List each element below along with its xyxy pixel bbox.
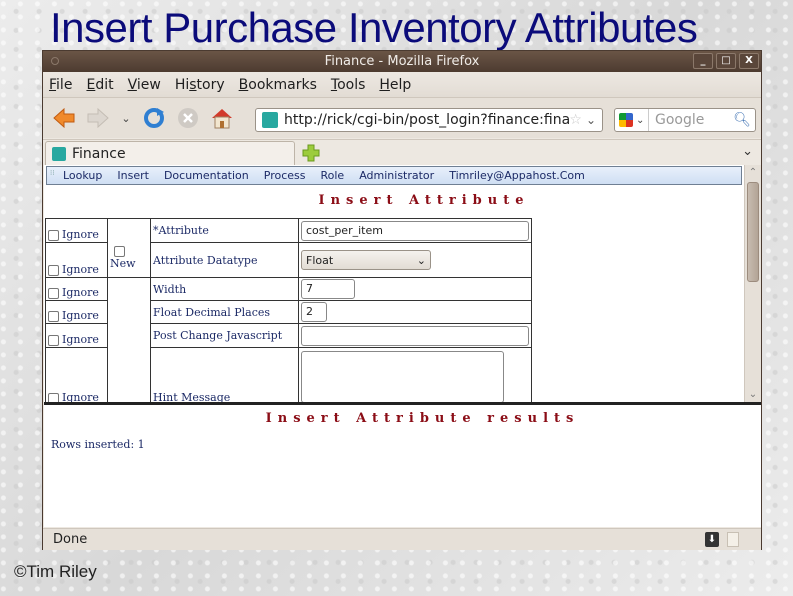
forward-icon[interactable] — [85, 105, 111, 131]
stop-icon[interactable] — [175, 105, 201, 131]
app-menu-administrator[interactable]: Administrator — [359, 169, 434, 182]
grip-icon: ⁞⁞ — [50, 169, 55, 177]
menu-history[interactable]: History — [175, 77, 225, 93]
form-row: Ignore *Attribute cost_per_item — [45, 218, 702, 243]
hint-message-textarea[interactable] — [301, 351, 504, 402]
search-input[interactable]: Google — [655, 112, 733, 128]
chevron-down-icon: ⌄ — [416, 254, 426, 267]
field-label: Width — [150, 277, 299, 301]
status-bar: Done ⬇ — [43, 528, 761, 550]
tab-list-icon[interactable]: ⌄ — [742, 144, 753, 159]
site-icon — [262, 112, 278, 128]
menubar: File Edit View History Bookmarks Tools H… — [43, 72, 761, 98]
ignore-checkbox[interactable] — [48, 287, 59, 299]
post-change-javascript-input[interactable] — [301, 325, 529, 346]
bookmark-star-icon[interactable]: ☆ — [569, 112, 582, 128]
form-row: Ignore New Attribute Datatype Float ⌄ — [45, 242, 702, 278]
ignore-label: Ignore — [62, 391, 99, 402]
new-tab-button[interactable] — [301, 143, 321, 163]
chevron-down-icon: ⌄ — [636, 114, 645, 126]
menu-help[interactable]: Help — [379, 77, 411, 93]
url-text[interactable]: http://rick/cgi-bin/post_login?finance:f… — [284, 112, 569, 128]
status-text: Done — [53, 532, 88, 547]
slide-title: Insert Purchase Inventory Attributes — [50, 4, 698, 51]
ignore-checkbox[interactable] — [48, 334, 59, 346]
ignore-checkbox[interactable] — [48, 264, 59, 276]
notes-icon[interactable] — [727, 532, 739, 547]
new-label: New — [110, 256, 136, 270]
url-dropdown-icon[interactable]: ⌄ — [586, 113, 596, 127]
rows-inserted-text: Rows inserted: 1 — [51, 438, 145, 451]
results-frame: Insert Attribute results Rows inserted: … — [44, 402, 761, 527]
window-title: Finance - Mozilla Firefox — [324, 54, 480, 69]
url-bar[interactable]: http://rick/cgi-bin/post_login?finance:f… — [255, 108, 603, 132]
page-content: ⁞⁞ Lookup Insert Documentation Process R… — [44, 165, 744, 402]
decimal-places-input[interactable]: 2 — [301, 302, 327, 322]
field-label: Float Decimal Places — [150, 300, 299, 324]
back-icon[interactable] — [51, 105, 77, 131]
tab-finance[interactable]: Finance — [45, 141, 295, 165]
close-button[interactable]: X — [739, 53, 759, 69]
ignore-checkbox[interactable] — [48, 392, 59, 402]
search-engine-selector[interactable]: ⌄ — [615, 109, 649, 131]
reload-icon[interactable] — [141, 105, 167, 131]
field-label: Hint Message — [150, 347, 299, 402]
history-dropdown-icon[interactable]: ⌄ — [119, 105, 133, 131]
form-row: Ignore Width 7 — [45, 277, 702, 402]
new-datatype-checkbox[interactable] — [114, 245, 125, 257]
app-menu-role[interactable]: Role — [321, 169, 345, 182]
app-menu-bar: ⁞⁞ Lookup Insert Documentation Process R… — [46, 166, 742, 185]
datatype-select[interactable]: Float ⌄ — [301, 250, 431, 270]
app-menu-process[interactable]: Process — [264, 169, 306, 182]
field-label: *Attribute — [150, 218, 299, 243]
site-icon — [52, 146, 66, 161]
ignore-label: Ignore — [62, 333, 99, 346]
scroll-down-icon[interactable]: ⌄ — [745, 387, 761, 402]
ignore-label: Ignore — [62, 263, 99, 276]
browser-window: Finance - Mozilla Firefox _ □ X File Edi… — [42, 50, 762, 550]
vertical-scrollbar[interactable]: ⌃ ⌄ — [744, 165, 761, 402]
download-icon[interactable]: ⬇ — [705, 532, 719, 547]
width-input[interactable]: 7 — [301, 279, 355, 299]
window-titlebar: Finance - Mozilla Firefox _ □ X — [43, 51, 761, 72]
google-icon — [619, 113, 633, 127]
attribute-input[interactable]: cost_per_item — [301, 220, 529, 241]
attribute-form: Ignore *Attribute cost_per_item Ignore N… — [45, 218, 702, 402]
scroll-up-icon[interactable]: ⌃ — [745, 165, 761, 180]
maximize-button[interactable]: □ — [716, 53, 736, 69]
menu-edit[interactable]: Edit — [86, 77, 113, 93]
copyright: ©Tim Riley — [14, 562, 97, 581]
scrollbar-thumb[interactable] — [747, 182, 759, 282]
datatype-selected-value: Float — [306, 254, 334, 267]
home-icon[interactable] — [209, 105, 235, 131]
field-label: Post Change Javascript — [150, 323, 299, 348]
app-menu-user[interactable]: Timriley@Appahost.Com — [449, 169, 585, 182]
tab-label: Finance — [72, 145, 126, 162]
form-title: Insert Attribute — [318, 193, 530, 208]
ignore-label: Ignore — [62, 309, 99, 322]
tab-strip: Finance ⌄ — [43, 139, 761, 165]
app-menu-documentation[interactable]: Documentation — [164, 169, 249, 182]
menu-file[interactable]: File — [49, 77, 72, 93]
app-menu-lookup[interactable]: Lookup — [63, 169, 102, 182]
menu-view[interactable]: View — [128, 77, 161, 93]
search-bar[interactable]: ⌄ Google 🔍︎ — [614, 108, 756, 132]
ignore-checkbox[interactable] — [48, 229, 59, 241]
ignore-checkbox[interactable] — [48, 310, 59, 322]
search-icon[interactable]: 🔍︎ — [733, 112, 751, 128]
field-label: Attribute Datatype — [150, 242, 299, 278]
menu-tools[interactable]: Tools — [331, 77, 366, 93]
minimize-button[interactable]: _ — [693, 53, 713, 69]
window-menu-icon[interactable] — [51, 57, 59, 65]
menu-bookmarks[interactable]: Bookmarks — [239, 77, 317, 93]
ignore-label: Ignore — [62, 286, 99, 299]
results-title: Insert Attribute results — [265, 411, 580, 426]
ignore-label: Ignore — [62, 228, 99, 241]
app-menu-insert[interactable]: Insert — [117, 169, 149, 182]
